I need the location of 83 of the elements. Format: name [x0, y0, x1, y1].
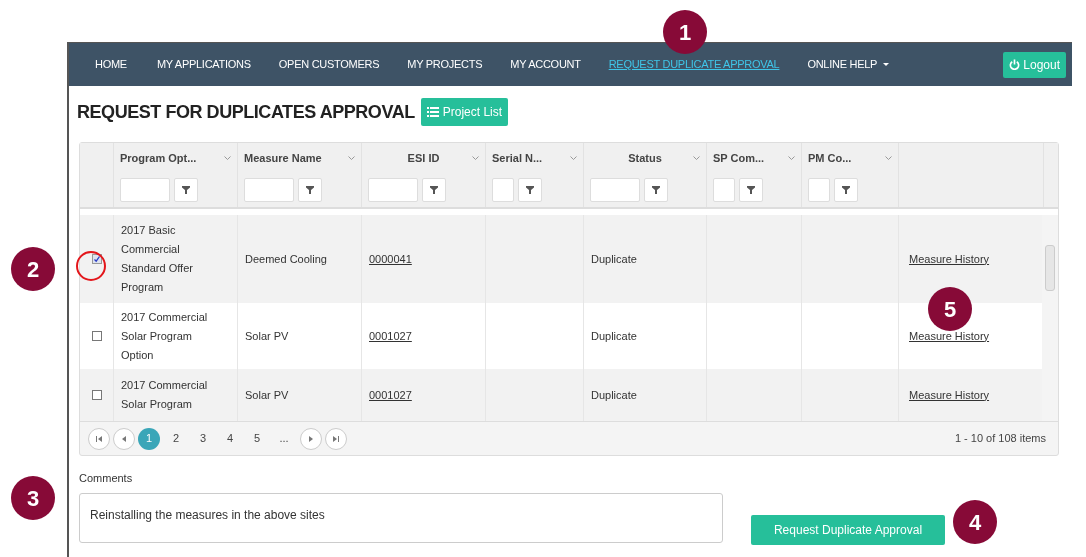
- table-cell-text: Duplicate: [591, 251, 637, 267]
- power-icon: [1009, 59, 1021, 70]
- nav-link[interactable]: MY PROJECTS: [407, 56, 483, 73]
- column-header[interactable]: Measure Name: [244, 149, 322, 167]
- nav-link[interactable]: MY ACCOUNT: [510, 56, 581, 73]
- column-header[interactable]: ESI ID: [407, 149, 440, 167]
- chevron-down-icon[interactable]: [885, 155, 892, 161]
- row-checkbox[interactable]: [91, 254, 102, 264]
- page-title: REQUEST FOR DUPLICATES APPROVAL: [77, 100, 415, 124]
- pager-summary: 1 - 10 of 108 items: [954, 431, 1046, 447]
- filter-field[interactable]: [808, 178, 830, 202]
- table-cell-text: Duplicate: [591, 328, 637, 344]
- triangle-arrow-icon: [307, 435, 315, 442]
- scrollbar[interactable]: [1042, 215, 1058, 421]
- page-button[interactable]: 4: [219, 427, 241, 450]
- filter-field[interactable]: [590, 178, 640, 202]
- list-icon: [426, 107, 439, 117]
- filter-field[interactable]: [120, 178, 170, 202]
- filter-icon: [182, 186, 190, 194]
- nav-link[interactable]: OPEN CUSTOMERS: [278, 56, 380, 73]
- table-cell-text: Solar PV: [245, 328, 289, 344]
- page-button[interactable]: 5: [246, 427, 268, 450]
- table-cell-text: 2017 Basic Commercial Standard Offer Program: [121, 223, 194, 295]
- nav-link[interactable]: HOME: [95, 56, 127, 73]
- table-cell-text: Duplicate: [591, 387, 637, 403]
- filter-icon: [306, 186, 314, 194]
- row-checkbox[interactable]: [91, 390, 102, 400]
- esi-id-link[interactable]: 0000041: [369, 250, 412, 268]
- filter-icon: [652, 186, 660, 194]
- filter-button[interactable]: [518, 178, 542, 202]
- measure-history-link[interactable]: Measure History: [909, 250, 990, 268]
- callout-badge: 2: [11, 247, 55, 291]
- table-cell-text: Solar PV: [245, 387, 289, 403]
- esi-id-link[interactable]: 0001027: [369, 386, 412, 404]
- page-button[interactable]: ...: [273, 427, 295, 450]
- esi-id-link[interactable]: 0001027: [369, 327, 412, 345]
- nav-link[interactable]: REQUEST DUPLICATE APPROVAL: [608, 56, 780, 73]
- filter-field[interactable]: [713, 178, 735, 202]
- page-button[interactable]: 3: [192, 427, 214, 450]
- nav-link[interactable]: ONLINE HELP: [807, 56, 890, 73]
- skip-arrow-icon: [95, 435, 103, 442]
- measure-history-link[interactable]: Measure History: [909, 386, 990, 404]
- filter-button[interactable]: [422, 178, 446, 202]
- chevron-down-icon[interactable]: [570, 155, 577, 161]
- filter-icon: [747, 186, 755, 194]
- comments-field[interactable]: Reinstalling the measures in the above sites: [79, 492, 723, 543]
- chevron-down-icon[interactable]: [224, 155, 231, 161]
- skip-arrow-icon: [332, 435, 340, 442]
- highlight-ring: [76, 251, 106, 281]
- filter-field[interactable]: [244, 178, 294, 202]
- filter-field[interactable]: [492, 178, 514, 202]
- triangle-arrow-icon: [120, 435, 128, 442]
- filter-icon: [526, 186, 534, 194]
- chevron-down-icon[interactable]: [472, 155, 479, 161]
- page-button[interactable]: 2: [165, 427, 187, 450]
- filter-icon: [430, 186, 438, 194]
- chevron-down-icon[interactable]: [348, 155, 355, 161]
- last-page-button[interactable]: [325, 427, 347, 450]
- column-header[interactable]: Status: [628, 149, 662, 167]
- table-cell-text: 2017 Commercial Solar Program Option: [121, 309, 209, 363]
- callout-badge: 1: [663, 10, 707, 54]
- filter-field[interactable]: [368, 178, 418, 202]
- row-checkbox[interactable]: [91, 331, 102, 341]
- comments-label: Comments: [79, 471, 134, 486]
- next-page-button[interactable]: [300, 427, 322, 450]
- column-header[interactable]: PM Co...: [808, 149, 852, 167]
- filter-button[interactable]: [644, 178, 668, 202]
- callout-badge: 3: [11, 476, 55, 520]
- filter-icon: [842, 186, 850, 194]
- nav-link[interactable]: MY APPLICATIONS: [156, 56, 251, 73]
- column-header[interactable]: Serial N...: [492, 149, 543, 167]
- table-cell-text: Deemed Cooling: [245, 251, 327, 267]
- filter-button[interactable]: [834, 178, 858, 202]
- column-header[interactable]: Program Opt...: [120, 149, 197, 167]
- column-header[interactable]: SP Com...: [713, 149, 765, 167]
- filter-button[interactable]: [174, 178, 198, 202]
- chevron-down-icon[interactable]: [788, 155, 795, 161]
- filter-button[interactable]: [298, 178, 322, 202]
- previous-page-button[interactable]: [113, 427, 135, 450]
- table-cell-text: 2017 Commercial Solar Program: [121, 378, 209, 412]
- chevron-down-icon[interactable]: [693, 155, 700, 161]
- filter-button[interactable]: [739, 178, 763, 202]
- first-page-button[interactable]: [88, 427, 110, 450]
